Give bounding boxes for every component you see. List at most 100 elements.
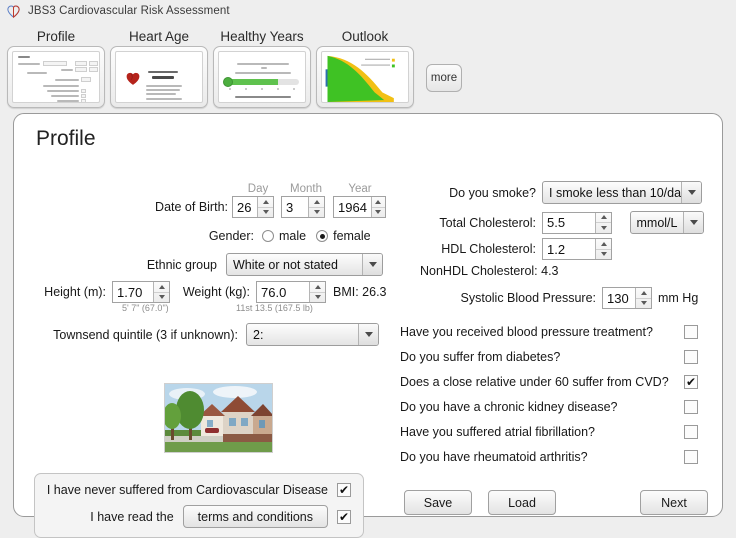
dob-day-spinner-arrows[interactable] [257,197,273,217]
heart-organ-icon [124,70,142,87]
ethnic-group-select[interactable]: White or not stated [226,253,383,276]
tab-outlook[interactable]: Outlook [315,29,415,108]
height-value: 1.70 [113,282,153,302]
question-label: Do you have rheumatoid arthritis? [400,450,684,464]
dob-month-down-arrow[interactable] [309,208,324,218]
medical-questions-list: Have you received blood pressure treatme… [396,319,698,469]
dob-day-input[interactable]: 26 [232,196,274,218]
tab-profile[interactable]: Profile [6,29,106,108]
dob-month-up-arrow[interactable] [309,197,324,208]
dob-month-value: 3 [282,197,308,217]
townsend-label: Townsend quintile (3 if unknown): [14,328,246,342]
question-row: Do you have rheumatoid arthritis? [400,444,698,469]
gender-group: Gender: male female [14,229,396,243]
question-checkbox[interactable] [684,425,698,439]
question-label: Have you received blood pressure treatme… [400,325,684,339]
question-row: Have you suffered atrial fibrillation? [400,419,698,444]
cholesterol-units-select[interactable]: mmol/L [630,211,704,234]
question-checkbox[interactable] [684,375,698,389]
dob-day-down-arrow[interactable] [258,208,273,218]
consent-terms-row: I have read the terms and conditions [47,505,351,528]
hdl-cholesterol-up-arrow[interactable] [596,239,611,250]
hdl-cholesterol-spinner-arrows[interactable] [595,239,611,259]
chevron-down-icon[interactable] [362,254,382,275]
question-row: Does a close relative under 60 suffer fr… [400,369,698,394]
chevron-down-icon[interactable] [683,212,703,233]
height-down-arrow[interactable] [154,293,169,303]
hdl-cholesterol-down-arrow[interactable] [596,250,611,260]
weight-imperial-label: 11st 13.5 (167.5 lb) [236,303,313,313]
total-cholesterol-value: 5.5 [543,213,595,233]
weight-value: 76.0 [257,282,309,302]
dob-month-input[interactable]: 3 [281,196,325,218]
thumbnail-tab-strip: Profile [0,22,736,108]
nonhdl-cholesterol-label: NonHDL Cholesterol: 4.3 [420,264,716,278]
dob-day-up-arrow[interactable] [258,197,273,208]
outlook-area-chart [322,52,408,102]
consent-box: I have never suffered from Cardiovascula… [34,473,364,538]
question-checkbox[interactable] [684,350,698,364]
townsend-value: 2: [247,328,358,342]
hdl-cholesterol-input[interactable]: 1.2 [542,238,612,260]
weight-down-arrow[interactable] [310,293,325,303]
terms-and-conditions-button[interactable]: terms and conditions [183,505,328,528]
tab-healthy-years-thumbnail[interactable] [213,46,311,108]
question-checkbox[interactable] [684,450,698,464]
question-label: Do you suffer from diabetes? [400,350,684,364]
dob-year-spinner-arrows[interactable] [371,197,385,217]
tab-heart-age-thumbnail[interactable] [110,46,208,108]
save-button[interactable]: Save [404,490,472,515]
height-up-arrow[interactable] [154,282,169,293]
total-cholesterol-up-arrow[interactable] [596,213,611,224]
gender-male-radio[interactable] [262,230,274,242]
question-row: Do you have a chronic kidney disease? [400,394,698,419]
page-title: Profile [14,114,722,151]
load-button[interactable]: Load [488,490,556,515]
total-cholesterol-input[interactable]: 5.5 [542,212,612,234]
profile-left-column: Day Month Year Date of Birth: 26 3 [14,157,396,469]
tab-profile-thumbnail[interactable] [7,46,105,108]
townsend-select[interactable]: 2: [246,323,379,346]
chevron-down-icon[interactable] [681,182,701,203]
consent-cvd-checkbox[interactable] [337,483,351,497]
systolic-bp-spinner-arrows[interactable] [635,288,651,308]
question-checkbox[interactable] [684,400,698,414]
height-input[interactable]: 1.70 [112,281,170,303]
dob-month-header: Month [280,183,332,195]
consent-cvd-label: I have never suffered from Cardiovascula… [47,483,328,497]
ethnic-group-label: Ethnic group [14,258,226,272]
dob-year-input[interactable]: 1964 [333,196,386,218]
smoke-label: Do you smoke? [396,186,542,200]
dob-year-up-arrow[interactable] [372,197,385,208]
dob-year-down-arrow[interactable] [372,208,385,218]
tab-heart-age[interactable]: Heart Age [109,29,209,108]
gender-female-radio[interactable] [316,230,328,242]
total-cholesterol-spinner-arrows[interactable] [595,213,611,233]
weight-up-arrow[interactable] [310,282,325,293]
date-of-birth-group: Day Month Year Date of Birth: 26 3 [14,183,396,218]
systolic-bp-up-arrow[interactable] [636,288,651,299]
profile-panel: Profile Day Month Year Date of Birth: 26 [13,113,723,517]
more-button[interactable]: more [426,64,462,92]
consent-terms-checkbox[interactable] [337,510,351,524]
date-of-birth-label: Date of Birth: [14,200,232,214]
question-checkbox[interactable] [684,325,698,339]
systolic-bp-input[interactable]: 130 [602,287,652,309]
systolic-bp-label: Systolic Blood Pressure: [396,291,602,305]
systolic-bp-unit: mm Hg [658,291,698,305]
smoke-select[interactable]: I smoke less than 10/day [542,181,702,204]
dob-month-spinner-arrows[interactable] [308,197,324,217]
consent-cvd-row: I have never suffered from Cardiovascula… [47,483,351,497]
systolic-bp-down-arrow[interactable] [636,299,651,309]
height-spinner-arrows[interactable] [153,282,169,302]
weight-spinner-arrows[interactable] [309,282,325,302]
tab-outlook-thumbnail[interactable] [316,46,414,108]
bmi-value: BMI: 26.3 [333,285,387,299]
next-button[interactable]: Next [640,490,708,515]
weight-input[interactable]: 76.0 [256,281,326,303]
chevron-down-icon[interactable] [358,324,378,345]
ethnic-group-value: White or not stated [227,258,362,272]
question-row: Have you received blood pressure treatme… [400,319,698,344]
total-cholesterol-down-arrow[interactable] [596,223,611,233]
tab-healthy-years[interactable]: Healthy Years [212,29,312,108]
